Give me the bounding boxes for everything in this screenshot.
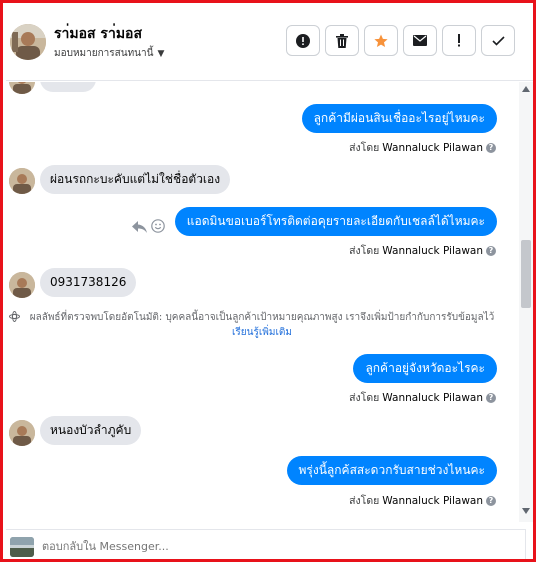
check-icon [491,35,505,46]
assign-label: มอบหมายการสนทนานี้ [54,48,154,59]
conversation-panel: รา่มอส รา่มอส มอบหมายการสนทนานี้ ▼ ลูกค้… [0,0,536,562]
exclamation-icon [457,34,461,47]
mark-done-button[interactable] [481,25,515,56]
outgoing-message: ลูกค้ามีผ่อนสินเชื่ออะไรอยู่ไหมคะ [301,104,497,133]
incoming-message: หนองบัวลำภูคับ [40,416,142,445]
sent-by-label: ส่งโดย Wannaluck Pilawan ? [349,139,496,156]
reply-input[interactable] [42,540,512,553]
react-smiley-icon[interactable] [151,218,165,237]
sender-name: Wannaluck Pilawan [382,391,483,404]
assign-conversation-dropdown[interactable]: มอบหมายการสนทนานี้ ▼ [54,46,164,61]
scroll-down-arrow-icon[interactable] [522,508,530,514]
trash-icon [336,33,348,48]
contact-name[interactable]: รา่มอส รา่มอส [54,23,142,45]
envelope-icon [413,35,427,46]
learn-more-link[interactable]: เรียนรู้เพิ่มเติม [232,327,292,338]
incoming-message: 0931738126 [40,268,137,297]
sender-name: Wannaluck Pilawan [382,141,483,154]
sent-by-label: ส่งโดย Wannaluck Pilawan ? [349,492,496,509]
previous-message-bubble [40,82,96,92]
contact-avatar-small [9,168,35,194]
sent-by-label: ส่งโดย Wannaluck Pilawan ? [349,389,496,406]
page-avatar [10,537,34,557]
sender-name: Wannaluck Pilawan [382,244,483,257]
reply-composer [6,529,526,559]
mark-unread-button[interactable] [403,25,437,56]
help-icon[interactable]: ? [486,245,496,256]
outgoing-message: ลูกค้าอยู่จังหวัดอะไรคะ [353,354,497,383]
alert-circle-icon [296,33,310,48]
help-icon[interactable]: ? [486,495,496,506]
contact-avatar[interactable] [10,24,46,60]
scrollbar-thumb[interactable] [521,240,531,308]
thread-scrollbar[interactable] [519,82,533,522]
conversation-header: รา่มอส รา่มอส มอบหมายการสนทนานี้ ▼ [6,6,533,81]
message-actions [132,218,165,237]
scroll-up-arrow-icon[interactable] [522,86,530,92]
header-actions [286,25,515,56]
delete-button[interactable] [325,25,359,56]
star-button[interactable] [364,25,398,56]
contact-avatar-small [9,420,35,446]
contact-avatar-small [9,272,35,298]
notice-text: ผลลัพธ์ที่ตรวจพบโดยอัตโนมัติ: บุคคลนี้อา… [29,312,495,323]
outgoing-message: พรุ่งนี้ลูกค้สสะดวกรับสายช่วงไหนคะ [286,456,497,485]
caret-down-icon: ▼ [157,48,165,59]
message-thread[interactable]: ลูกค้ามีผ่อนสินเชื่ออะไรอยู่ไหมคะ ส่งโดย… [6,82,520,522]
outgoing-message: แอดมินขอเบอร์โทรติดต่อคุยรายละเอียดกับเช… [174,207,497,236]
spam-button[interactable] [442,25,476,56]
contact-avatar-small [9,82,35,94]
reply-icon[interactable] [132,218,147,237]
auto-detected-notice: ผลลัพธ์ที่ตรวจพบโดยอัตโนมัติ: บุคคลนี้อา… [9,310,499,340]
help-icon[interactable]: ? [486,142,496,153]
star-icon [374,34,388,48]
sent-by-label: ส่งโดย Wannaluck Pilawan ? [349,242,496,259]
incoming-message: ผ่อนรถกะบะคับแต่ไม่ใช่ชื่อตัวเอง [40,165,231,194]
sender-name: Wannaluck Pilawan [382,494,483,507]
report-button[interactable] [286,25,320,56]
auto-detect-icon [9,311,20,327]
help-icon[interactable]: ? [486,392,496,403]
